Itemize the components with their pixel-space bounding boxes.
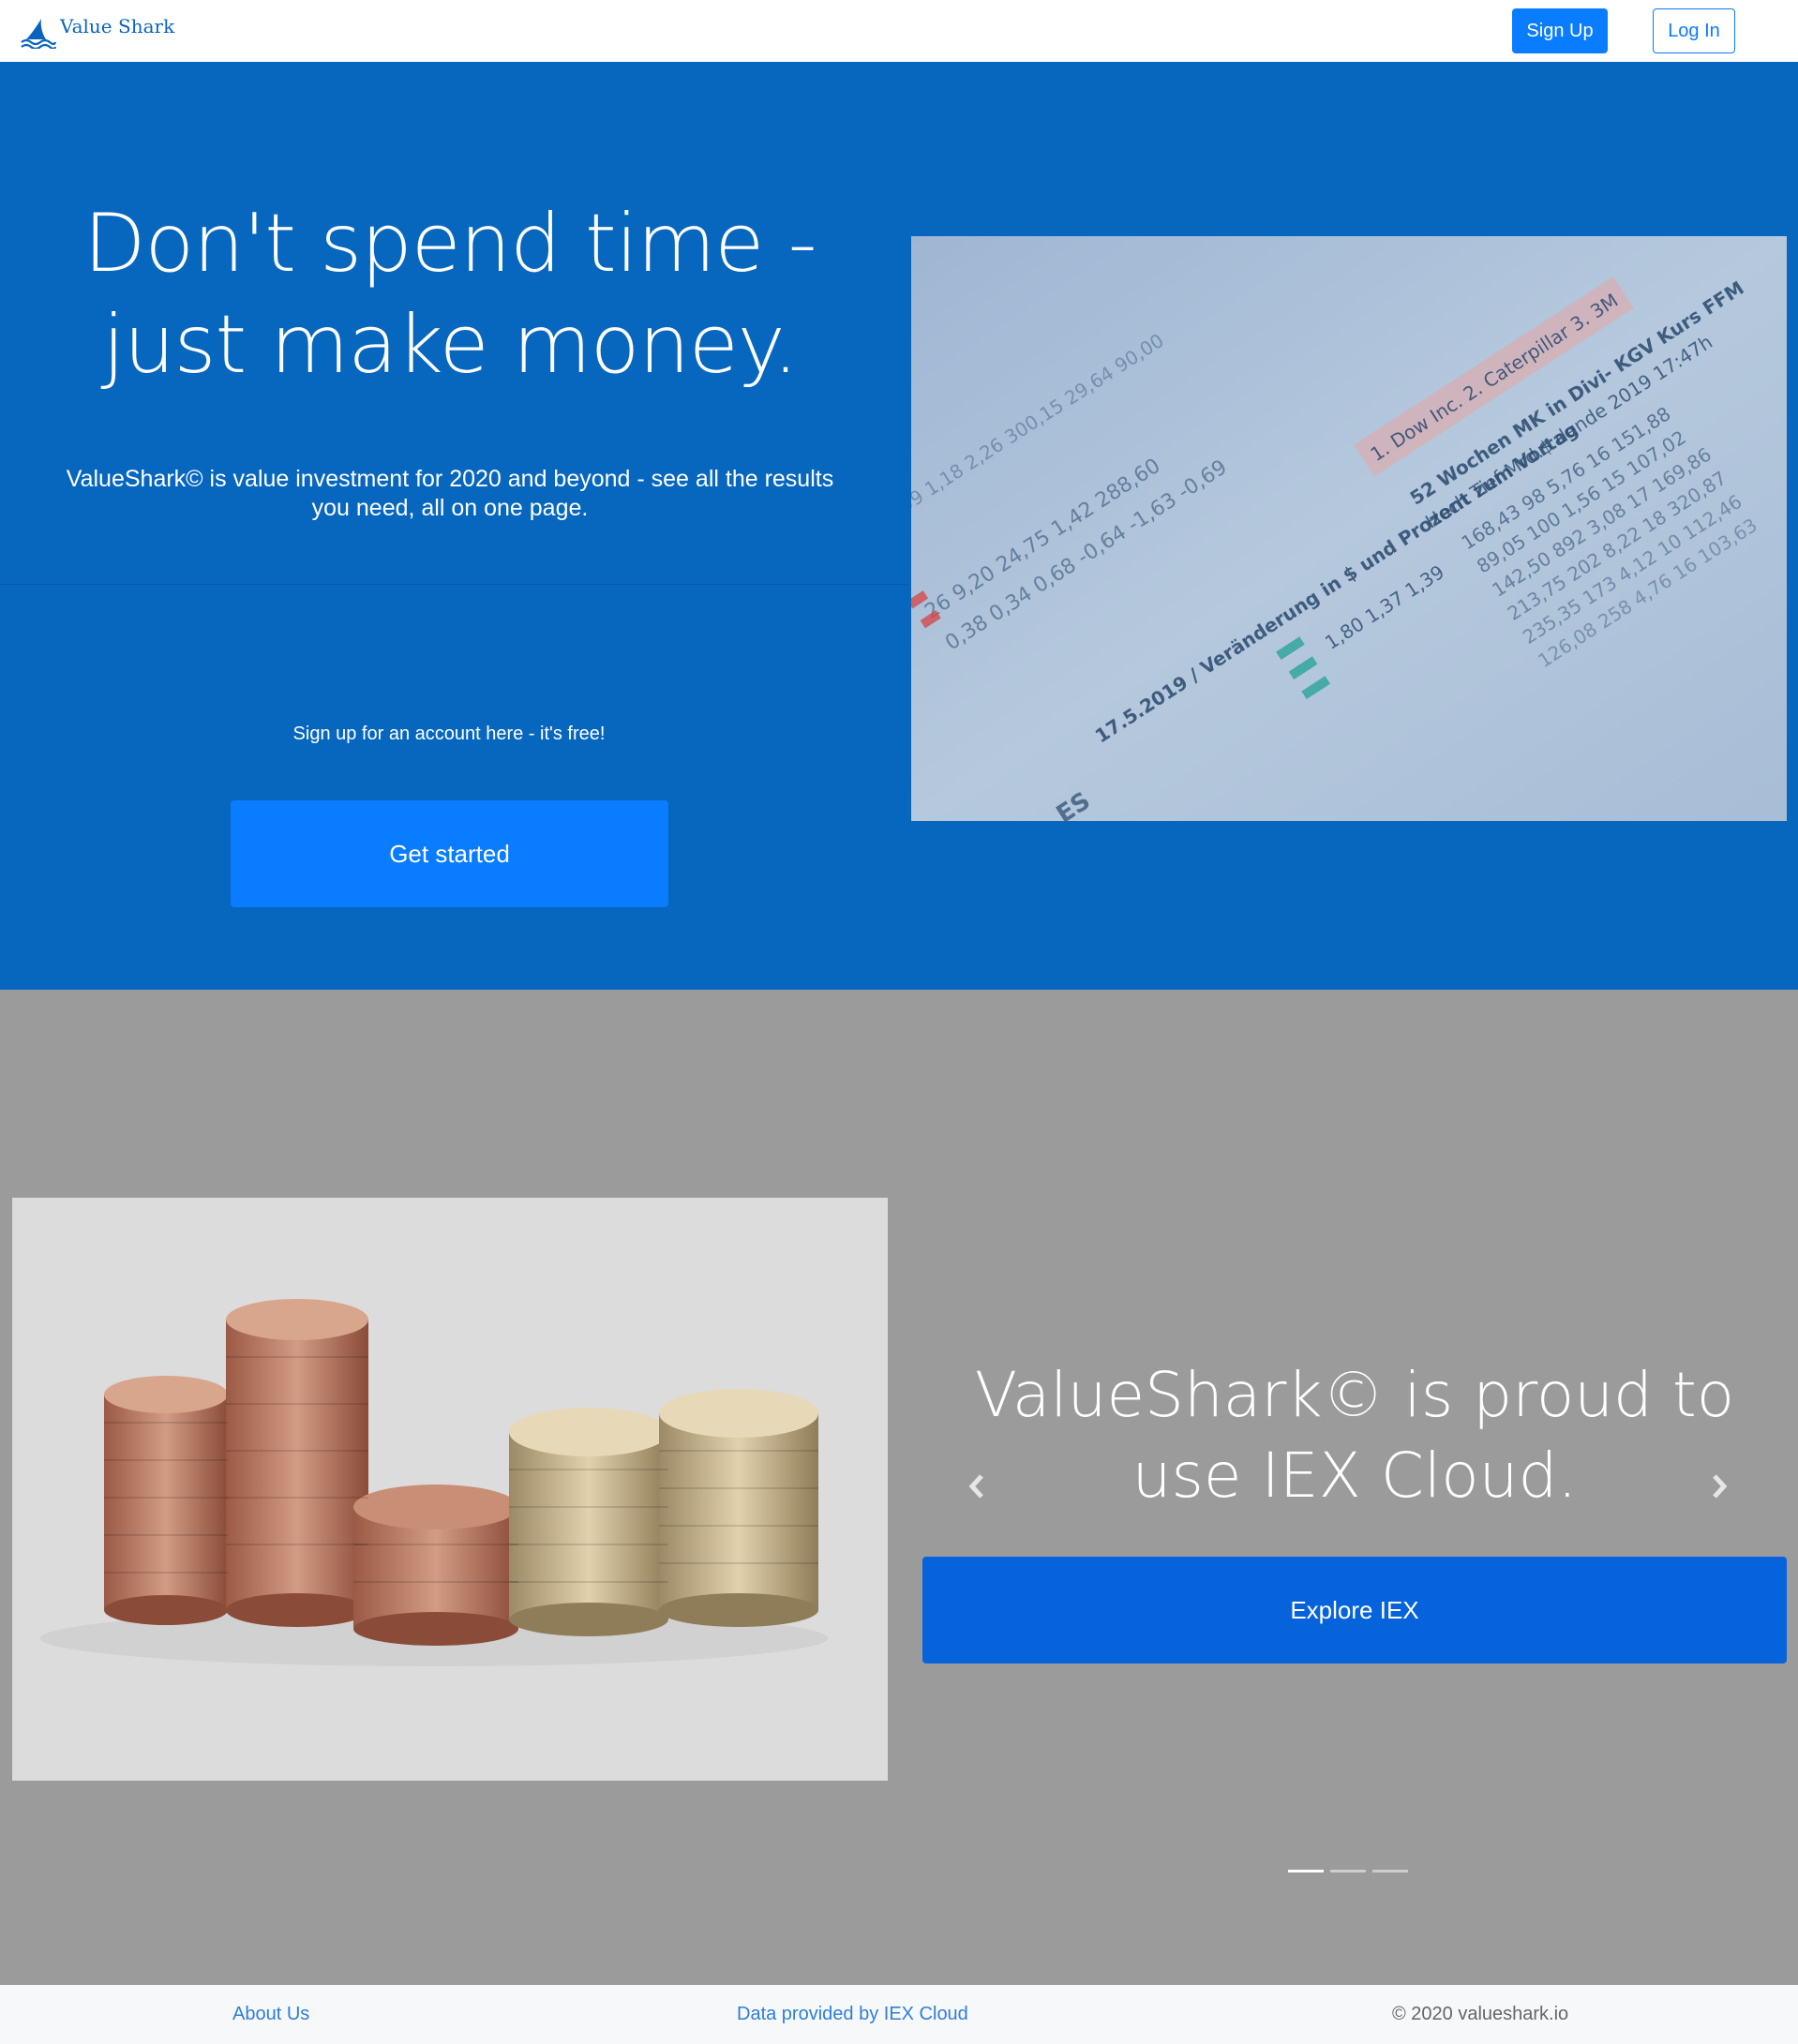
carousel-prev-button[interactable] xyxy=(966,1472,988,1500)
about-us-link[interactable]: About Us xyxy=(232,2004,309,2025)
explore-iex-button[interactable]: Explore IEX xyxy=(922,1557,1787,1664)
carousel-section: ValueShark© is proud to use IEX Cloud. E… xyxy=(0,990,1798,1985)
hero-title: Don't spend time - just make money. xyxy=(83,197,817,392)
carousel-indicator-2[interactable] xyxy=(1330,1870,1366,1872)
carousel-indicators xyxy=(1288,1870,1408,1872)
log-in-button[interactable]: Log In xyxy=(1653,8,1735,53)
navbar: Value Shark Sign Up Log In xyxy=(0,0,1798,62)
chevron-left-icon xyxy=(968,1474,983,1499)
hero-section: Don't spend time - just make money. Valu… xyxy=(0,62,1798,990)
stock-table-image: 26 9,20 24,75 1,42 288,60 0,38 0,34 0,68… xyxy=(911,236,1787,821)
footer: About Us Data provided by IEX Cloud © 20… xyxy=(0,1985,1798,2044)
signup-prompt: Sign up for an account here - it's free! xyxy=(292,724,606,744)
chevron-right-icon xyxy=(1713,1474,1728,1499)
carousel-next-button[interactable] xyxy=(1708,1472,1731,1500)
hero-subtitle: ValueShark© is value investment for 2020… xyxy=(66,466,834,521)
shark-fin-icon xyxy=(21,19,56,49)
copyright-text: © 2020 valueshark.io xyxy=(1392,2004,1569,2024)
iex-cloud-link[interactable]: Data provided by IEX Cloud xyxy=(737,2004,968,2025)
hero-divider xyxy=(0,584,907,585)
brand-name: Value Shark xyxy=(60,15,175,37)
sign-up-button[interactable]: Sign Up xyxy=(1512,8,1608,53)
carousel-indicator-1[interactable] xyxy=(1288,1870,1324,1872)
brand-link[interactable]: Value Shark xyxy=(21,15,174,49)
carousel-indicator-3[interactable] xyxy=(1372,1870,1408,1872)
get-started-button[interactable]: Get started xyxy=(231,800,668,907)
carousel-title: ValueShark© is proud to use IEX Cloud. xyxy=(974,1359,1735,1512)
coins-image xyxy=(12,1198,888,1781)
